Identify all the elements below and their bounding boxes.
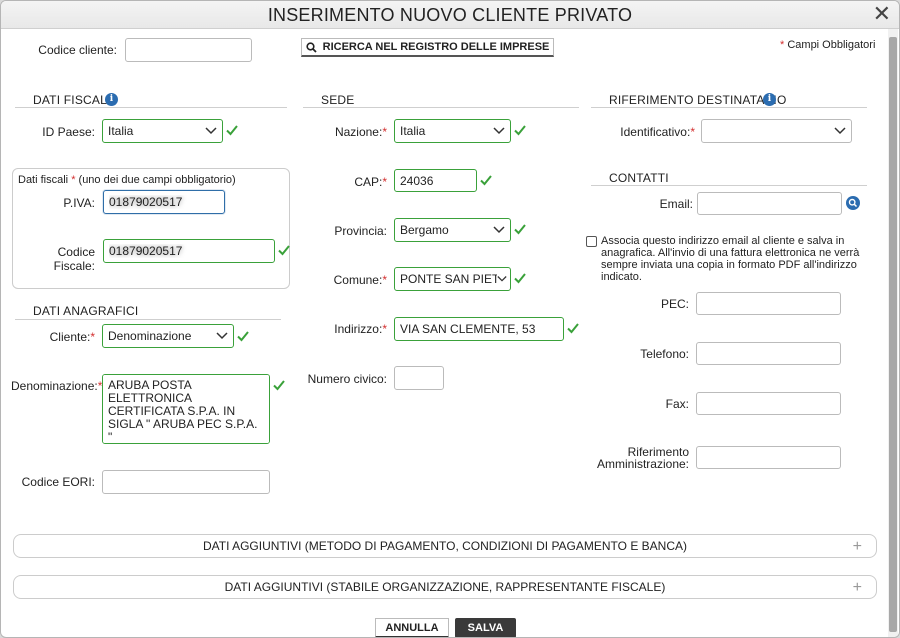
codice-eori-label: Codice EORI: [21,475,95,489]
divider [591,107,867,108]
accordion-pagamento-label: DATI AGGIUNTIVI (METODO DI PAGAMENTO, CO… [202,539,688,553]
pec-label: PEC: [660,297,689,311]
codice-eori-input[interactable] [102,470,270,494]
plus-icon: + [852,579,862,596]
valid-check-icon [480,175,492,186]
codice-cliente-input[interactable] [125,38,252,62]
cliente-label: Cliente:* [49,330,95,344]
plus-icon: + [852,538,862,555]
email-input[interactable] [697,192,842,215]
close-icon[interactable]: ✕ [873,2,891,26]
scroll-thumb[interactable] [889,37,897,632]
valid-check-icon [514,224,526,235]
telefono-input[interactable] [696,342,841,365]
chevron-down-icon [205,127,217,135]
riferimento-amministrazione-label: Riferimento Amministrazione: [596,445,689,471]
nazione-label: Nazione:* [334,125,387,139]
registro-imprese-search-button[interactable]: RICERCA NEL REGISTRO DELLE IMPRESE [301,38,554,57]
valid-check-icon [567,323,579,334]
info-icon[interactable]: i [105,93,118,106]
title-bar: INSERIMENTO NUOVO CLIENTE PRIVATO ✕ [1,1,899,29]
accordion-stabile-organizzazione[interactable]: DATI AGGIUNTIVI (STABILE ORGANIZZAZIONE,… [13,575,877,599]
provincia-value: Bergamo [400,223,449,237]
search-button-label: RICERCA NEL REGISTRO DELLE IMPRESE [322,41,550,53]
indirizzo-input[interactable] [394,317,564,341]
dati-fiscali-title: DATI FISCALI [33,93,111,107]
identificativo-label: Identificativo:* [620,125,695,139]
dialog-window: INSERIMENTO NUOVO CLIENTE PRIVATO ✕ Codi… [0,0,900,638]
fax-input[interactable] [696,392,841,415]
required-note: * Campi Obbligatori [780,39,876,51]
cliente-value: Denominazione [108,329,192,343]
chevron-down-icon [493,127,505,135]
info-icon[interactable]: i [763,93,776,106]
indirizzo-label: Indirizzo:* [334,322,387,336]
salva-button[interactable]: SALVA [455,618,516,637]
id-paese-label: ID Paese: [42,125,95,139]
email-label: Email: [659,197,693,211]
divider [303,107,579,108]
cap-label: CAP:* [354,175,387,189]
divider [15,319,281,320]
valid-check-icon [226,125,238,136]
id-paese-select[interactable]: Italia [102,119,223,143]
fax-label: Fax: [665,397,689,411]
comune-select[interactable]: PONTE SAN PIETRO [394,267,511,291]
provincia-label: Provincia: [334,224,387,238]
cap-input[interactable] [394,169,477,192]
codice-cliente-label: Codice cliente: [38,43,117,57]
denominazione-textarea[interactable]: ARUBA POSTA ELETTRONICA CERTIFICATA S.P.… [102,374,270,444]
dialog-title: INSERIMENTO NUOVO CLIENTE PRIVATO [267,5,633,25]
provincia-select[interactable]: Bergamo [394,218,511,242]
identificativo-select[interactable] [701,119,852,143]
accordion-pagamento[interactable]: DATI AGGIUNTIVI (METODO DI PAGAMENTO, CO… [13,534,877,558]
scrollbar[interactable] [888,29,898,637]
comune-value: PONTE SAN PIETRO [400,272,497,286]
codice-fiscale-label: Codice Fiscale: [53,245,95,273]
accordion-stabile-label: DATI AGGIUNTIVI (STABILE ORGANIZZAZIONE,… [224,580,666,594]
nazione-select[interactable]: Italia [394,119,511,143]
nazione-value: Italia [400,124,426,138]
piva-input[interactable] [103,190,225,214]
email-search-icon[interactable] [846,196,860,210]
piva-label: P.IVA: [63,196,95,210]
sede-title: SEDE [321,93,355,107]
associa-email-checkbox[interactable] [586,236,597,247]
telefono-label: Telefono: [640,347,689,361]
annulla-button[interactable]: ANNULLA [375,618,449,637]
contatti-title: CONTATTI [609,171,669,185]
valid-check-icon [514,125,526,136]
chevron-down-icon [493,226,505,234]
valid-check-icon [237,331,249,342]
pec-input[interactable] [696,292,841,315]
id-paese-value: Italia [108,124,134,138]
valid-check-icon [273,380,285,391]
chevron-down-icon [216,332,228,340]
divider [591,185,867,186]
numero-civico-label: Numero civico: [307,372,387,386]
chevron-down-icon [497,276,507,282]
chevron-down-icon [834,127,846,135]
associa-email-text: Associa questo indirizzo email al client… [601,235,860,283]
valid-check-icon [514,273,526,284]
codice-fiscale-input[interactable] [103,239,275,263]
search-icon [306,41,317,53]
search-icon [848,198,858,208]
denominazione-label: Denominazione:* [11,379,103,393]
riferimento-title: RIFERIMENTO DESTINATARIO [609,93,787,107]
dati-anagrafici-title: DATI ANAGRAFICI [33,304,139,318]
comune-label: Comune:* [333,273,387,287]
numero-civico-input[interactable] [394,366,444,390]
valid-check-icon [278,245,290,256]
riferimento-amministrazione-input[interactable] [696,446,841,469]
dati-fiscali-box-title: Dati fiscali * (uno dei due campi obblig… [18,174,236,186]
cliente-select[interactable]: Denominazione [102,324,234,348]
divider [15,107,287,108]
